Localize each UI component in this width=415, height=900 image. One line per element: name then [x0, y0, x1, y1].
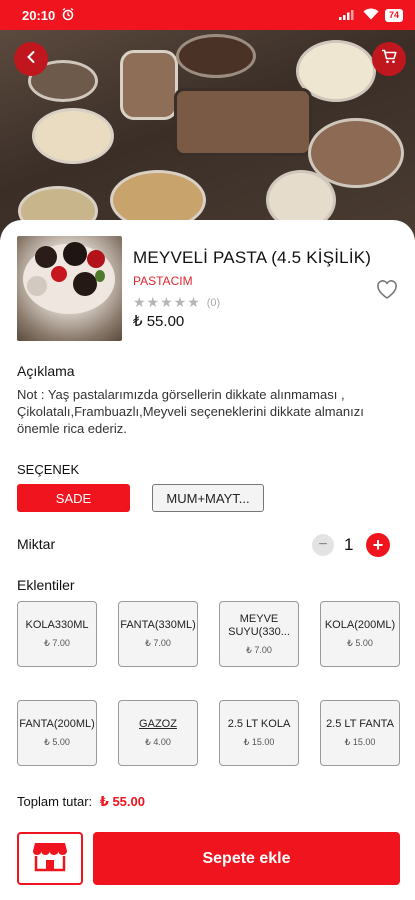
add-to-cart-button[interactable]: Sepete ekle	[93, 832, 400, 885]
options-heading: SEÇENEK	[17, 462, 80, 477]
extra-name: 2.5 LT KOLA	[227, 718, 291, 730]
cart-icon	[381, 49, 397, 69]
status-bar: 20:10 74	[0, 0, 415, 30]
quantity-increase-button[interactable]: +	[366, 533, 390, 557]
quantity-value: 1	[344, 535, 354, 554]
total: Toplam tutar: ₺ 55.00	[17, 794, 145, 810]
cart-button[interactable]	[372, 42, 406, 76]
quantity-label: Miktar	[17, 536, 56, 552]
option-sade-button[interactable]: SADE	[17, 484, 130, 512]
battery-icon: 74	[384, 8, 403, 22]
back-button[interactable]	[14, 42, 48, 76]
alarm-icon	[61, 7, 75, 24]
description-text: Not : Yaş pastalarımızda görsellerin dik…	[17, 387, 364, 436]
rating: ★★★★★ (0)	[133, 294, 220, 311]
extra-item[interactable]: FANTA(200ML) ₺ 5.00	[17, 700, 97, 766]
extra-item[interactable]: KOLA330ML ₺ 7.00	[17, 601, 97, 667]
extra-item[interactable]: 2.5 LT FANTA ₺ 15.00	[320, 700, 400, 766]
extra-item[interactable]: MEYVE SUYU(330... ₺ 7.00	[219, 601, 299, 667]
extra-name: FANTA(330ML)	[120, 619, 196, 631]
extra-item[interactable]: FANTA(330ML) ₺ 7.00	[118, 601, 198, 667]
rating-stars: ★★★★★	[133, 294, 201, 310]
extra-price: ₺ 5.00	[44, 737, 70, 747]
extra-name: KOLA330ML	[25, 619, 89, 631]
shop-name[interactable]: PASTACIM	[133, 274, 193, 288]
extra-price: ₺ 15.00	[243, 737, 275, 747]
extra-name: FANTA(200ML)	[19, 718, 95, 730]
favorite-button[interactable]	[375, 278, 399, 300]
store-button[interactable]	[17, 832, 83, 885]
product-price: ₺ 55.00	[133, 313, 185, 330]
extra-name: KOLA(200ML)	[324, 619, 396, 631]
extra-item[interactable]: 2.5 LT KOLA ₺ 15.00	[219, 700, 299, 766]
description-heading: Açıklama	[17, 363, 75, 379]
extras-heading: Eklentiler	[17, 577, 75, 593]
heart-icon	[375, 280, 399, 304]
extra-name: 2.5 LT FANTA	[326, 718, 394, 730]
back-arrow-icon	[25, 50, 37, 69]
rating-count: (0)	[206, 296, 221, 309]
extra-price: ₺ 7.00	[246, 644, 272, 655]
extra-price: ₺ 5.00	[347, 638, 373, 648]
extra-price: ₺ 7.00	[145, 638, 171, 648]
extra-item[interactable]: KOLA(200ML) ₺ 5.00	[320, 601, 400, 667]
product-image	[17, 236, 122, 341]
signal-icon	[338, 8, 357, 23]
extra-price: ₺ 7.00	[44, 638, 70, 648]
status-time: 20:10	[22, 7, 56, 23]
total-label: Toplam tutar:	[17, 794, 93, 809]
total-amount: ₺ 55.00	[99, 794, 145, 809]
option-mum-button[interactable]: MUM+MAYT...	[152, 484, 264, 512]
extra-price: ₺ 4.00	[145, 737, 171, 747]
hero-image	[0, 30, 415, 240]
extra-item[interactable]: GAZOZ ₺ 4.00	[118, 700, 198, 766]
wifi-icon	[363, 8, 379, 23]
product-title: MEYVELİ PASTA (4.5 KİŞİLİK)	[133, 248, 372, 267]
extra-name: GAZOZ	[139, 718, 177, 730]
quantity-decrease-button[interactable]: −	[312, 534, 334, 556]
extra-name: MEYVE SUYU(330...	[228, 612, 290, 638]
extra-price: ₺ 15.00	[344, 737, 376, 747]
store-icon	[32, 840, 68, 877]
product-sheet: MEYVELİ PASTA (4.5 KİŞİLİK) PASTACIM ★★★…	[0, 220, 415, 900]
